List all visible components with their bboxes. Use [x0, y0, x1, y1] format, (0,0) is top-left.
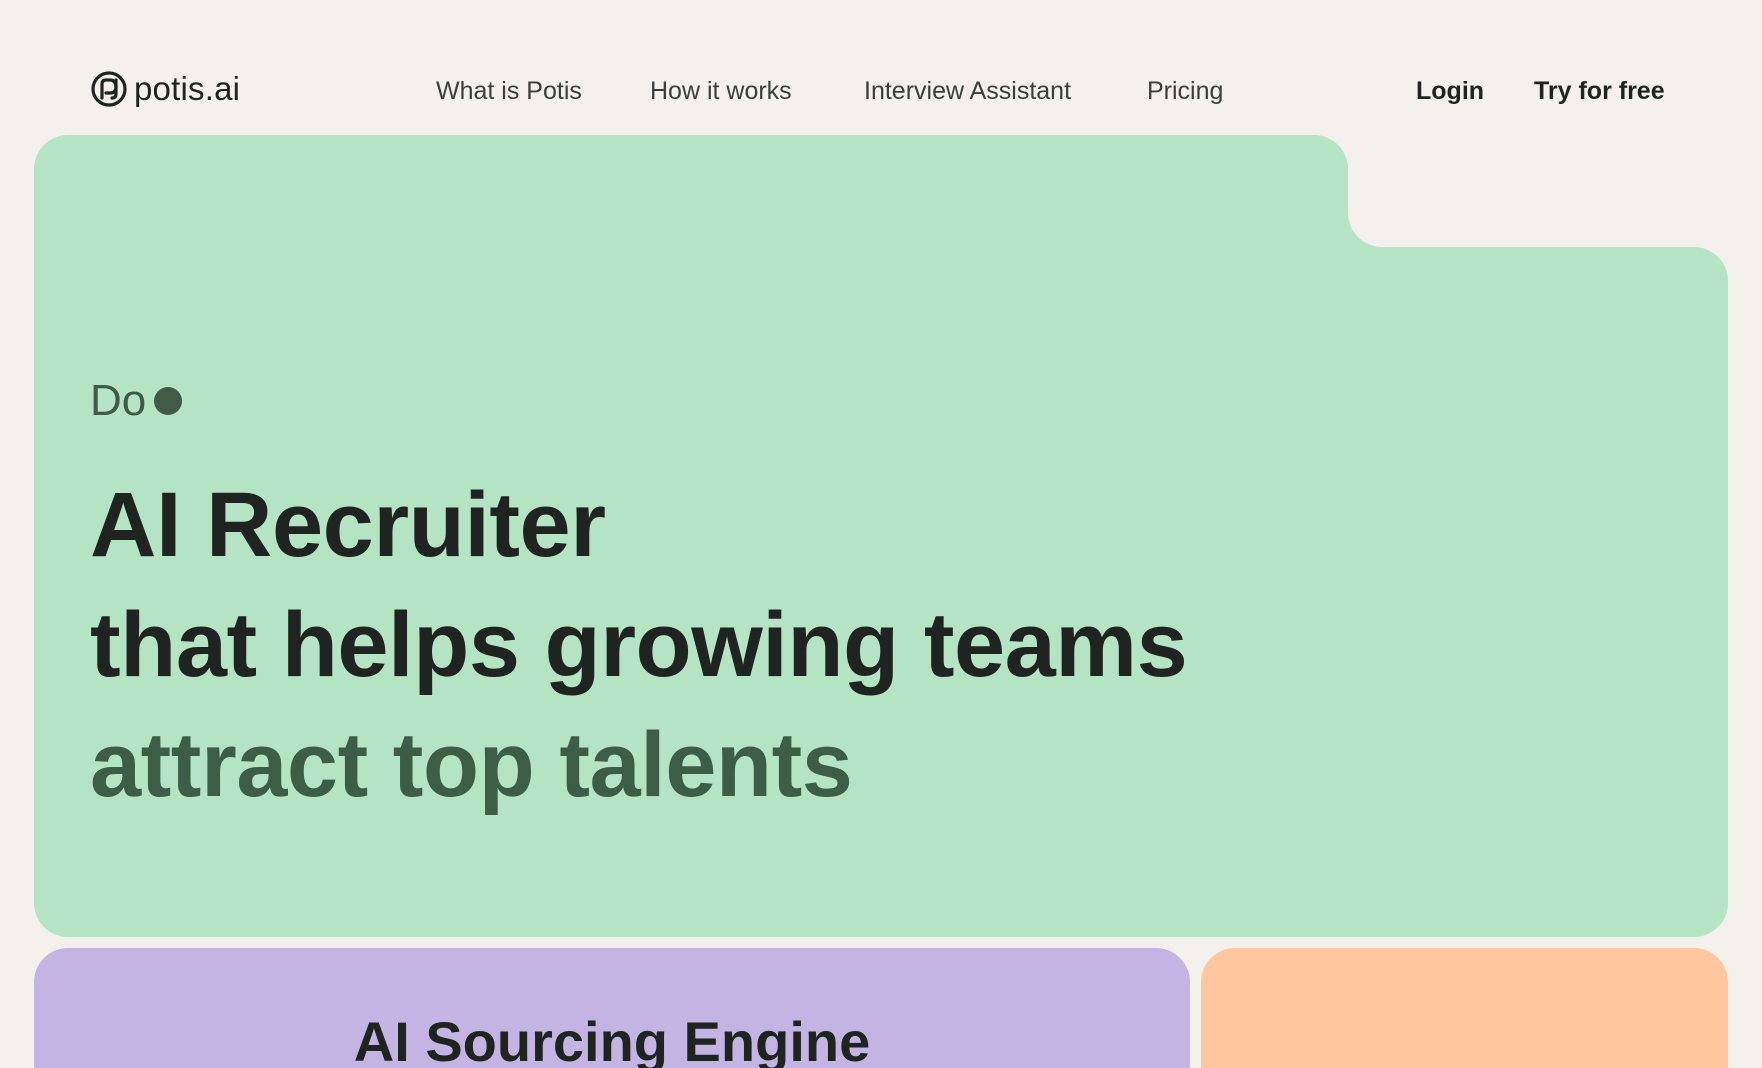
hero-headline: AI Recruiter that helps growing teams at… [90, 465, 1290, 825]
nav-pricing[interactable]: Pricing [1147, 76, 1223, 106]
purple-feature-card: AI Sourcing Engine [34, 948, 1190, 1068]
eyebrow-text: Do [90, 376, 147, 425]
nav-what-is-potis[interactable]: What is Potis [436, 76, 582, 106]
main-nav: What is Potis How it works Interview Ass… [0, 76, 1762, 106]
hero-content: Do AI Recruiter that helps growing teams… [90, 375, 1290, 825]
try-for-free-button[interactable]: Try for free [1534, 76, 1665, 106]
headline-line-3: attract top talents [90, 714, 853, 816]
orange-feature-card [1201, 948, 1728, 1068]
purple-card-title: AI Sourcing Engine [353, 1010, 871, 1068]
nav-how-it-works[interactable]: How it works [650, 76, 792, 106]
hero-eyebrow: Do [90, 375, 1290, 427]
login-link[interactable]: Login [1416, 76, 1484, 106]
site-header: potis.ai What is Potis How it works Inte… [0, 0, 1762, 135]
hero-card: Do AI Recruiter that helps growing teams… [34, 135, 1728, 937]
dot-icon [154, 387, 183, 415]
nav-interview-assistant[interactable]: Interview Assistant [864, 76, 1071, 106]
headline-line-1: AI Recruiter [90, 474, 606, 576]
headline-line-2: that helps growing teams [90, 594, 1188, 696]
